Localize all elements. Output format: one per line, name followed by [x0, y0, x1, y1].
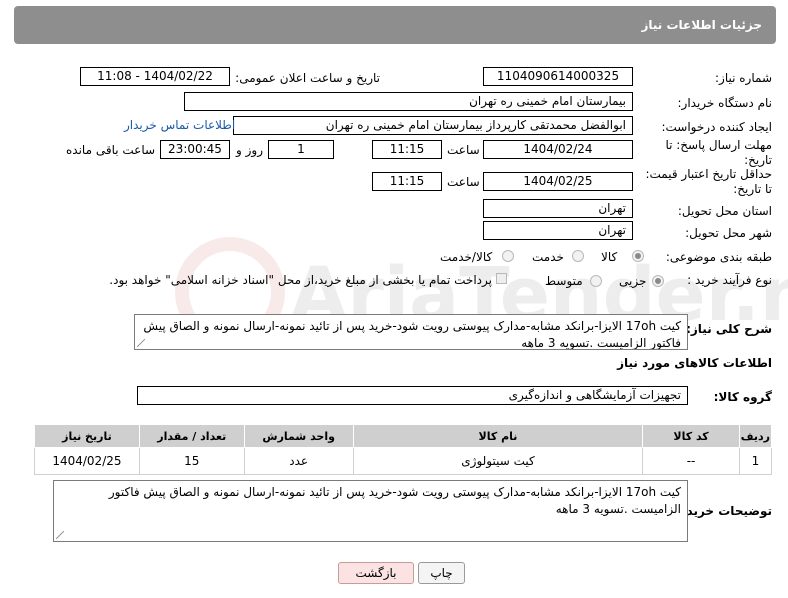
- category-goods-radio[interactable]: [632, 250, 644, 262]
- goods-group-label: گروه کالا:: [713, 390, 772, 404]
- cell-code: --: [642, 447, 740, 475]
- creator-field: ابوالفضل محمدتقی کارپرداز بیمارستان امام…: [233, 116, 633, 135]
- deadline-time-label: ساعت: [447, 143, 480, 157]
- resize-handle-icon[interactable]: [137, 339, 145, 347]
- header-bar: جزئیات اطلاعات نیاز: [14, 6, 776, 44]
- cell-name: کیت سیتولوژی: [352, 447, 644, 475]
- validity-time-label: ساعت: [447, 175, 480, 189]
- goods-section-title: اطلاعات کالاهای مورد نیاز: [617, 356, 772, 370]
- deadline-time-field: 11:15: [372, 140, 442, 159]
- description-label: شرح کلی نیاز:: [686, 322, 772, 336]
- city-field: تهران: [483, 221, 633, 240]
- category-goods-service-label: کالا/خدمت: [440, 250, 493, 264]
- page-title: جزئیات اطلاعات نیاز: [641, 18, 762, 32]
- validity-time-field: 11:15: [372, 172, 442, 191]
- treasury-payment-note: پرداخت تمام یا بخشی از مبلغ خرید،از محل …: [109, 273, 492, 287]
- description-text: کیت 17oh الایزا-برانکد مشابه-مدارک پیوست…: [143, 319, 681, 350]
- back-button[interactable]: بازگشت: [338, 562, 414, 584]
- validity-date-field: 1404/02/25: [483, 172, 633, 191]
- need-number-label: شماره نیاز:: [715, 71, 772, 85]
- deadline-date-field: 1404/02/24: [483, 140, 633, 159]
- table-header-row: ردیف کد کالا نام کالا واحد شمارش تعداد /…: [34, 424, 773, 448]
- col-unit: واحد شمارش: [243, 424, 354, 448]
- announce-label: تاریخ و ساعت اعلان عمومی:: [235, 71, 380, 85]
- treasury-payment-checkbox[interactable]: [496, 273, 507, 284]
- process-medium-radio[interactable]: [590, 275, 602, 287]
- col-date: تاریخ نیاز: [34, 424, 140, 448]
- cell-qty: 15: [138, 447, 245, 475]
- contact-buyer-link[interactable]: اطلاعات تماس خریدار: [124, 118, 235, 132]
- goods-table: ردیف کد کالا نام کالا واحد شمارش تعداد /…: [34, 424, 773, 475]
- col-code: کد کالا: [642, 424, 740, 448]
- goods-group-field: تجهیزات آزمایشگاهی و اندازه‌گیری: [137, 386, 688, 405]
- buyer-org-label: نام دستگاه خریدار:: [677, 96, 773, 110]
- buyer-notes-text: کیت 17oh الایزا-برانکد مشابه-مدارک پیوست…: [108, 485, 681, 516]
- cell-row: 1: [738, 447, 773, 475]
- announce-field: 1404/02/22 - 11:08: [80, 67, 230, 86]
- process-medium-label: متوسط: [545, 274, 583, 288]
- process-small-radio[interactable]: [652, 275, 664, 287]
- validity-label: حداقل تاریخ اعتبار قیمت: تا تاریخ:: [645, 167, 772, 196]
- cell-date: 1404/02/25: [34, 447, 140, 475]
- category-service-label: خدمت: [532, 250, 564, 264]
- cell-unit: عدد: [243, 447, 354, 475]
- province-label: استان محل تحویل:: [677, 204, 772, 218]
- deadline-label: مهلت ارسال پاسخ: تا تاریخ:: [665, 138, 772, 167]
- process-label: نوع فرآیند خرید :: [687, 273, 772, 287]
- category-service-radio[interactable]: [572, 250, 584, 262]
- resize-handle-icon[interactable]: [56, 531, 64, 539]
- col-row: ردیف: [738, 424, 773, 448]
- buyer-notes-textarea[interactable]: کیت 17oh الایزا-برانکد مشابه-مدارک پیوست…: [53, 480, 688, 542]
- col-qty: تعداد / مقدار: [138, 424, 245, 448]
- process-small-label: جزیی: [619, 274, 647, 288]
- col-name: نام کالا: [352, 424, 644, 448]
- province-field: تهران: [483, 199, 633, 218]
- description-textarea[interactable]: کیت 17oh الایزا-برانکد مشابه-مدارک پیوست…: [134, 314, 688, 350]
- remaining-label: ساعت باقی مانده: [66, 143, 156, 157]
- category-goods-service-radio[interactable]: [502, 250, 514, 262]
- category-label: طبقه بندی موضوعی:: [665, 250, 772, 264]
- page: جزئیات اطلاعات نیاز AriaTender.net شماره…: [0, 0, 788, 598]
- days-label: روز و: [236, 143, 263, 157]
- creator-label: ایجاد کننده درخواست:: [661, 120, 772, 134]
- days-field: 1: [268, 140, 334, 159]
- need-number-field: 1104090614000325: [483, 67, 633, 86]
- city-label: شهر محل تحویل:: [685, 226, 772, 240]
- category-goods-label: کالا: [601, 250, 618, 264]
- remaining-time-field: 23:00:45: [160, 140, 230, 159]
- buyer-org-field: بیمارستان امام خمینی ره تهران: [184, 92, 633, 111]
- table-row[interactable]: 1 -- کیت سیتولوژی عدد 15 1404/02/25: [34, 447, 773, 475]
- print-button[interactable]: چاپ: [418, 562, 465, 584]
